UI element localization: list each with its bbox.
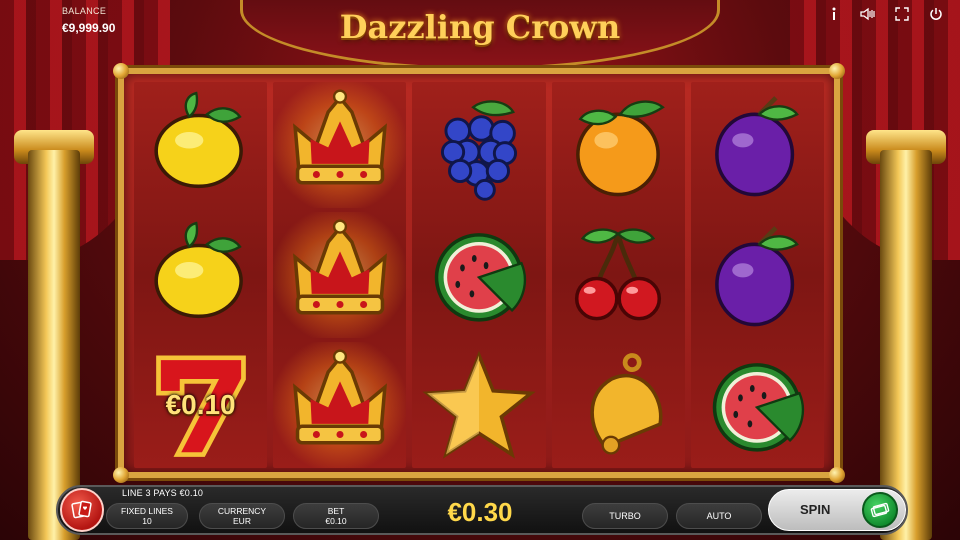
balance-value: €9,999.90	[62, 21, 116, 35]
top-controls	[820, 4, 950, 24]
reels-grid: €0.10	[134, 82, 825, 468]
golden-column-left	[28, 150, 80, 540]
currency-value: EUR	[233, 516, 251, 526]
sound-icon[interactable]	[854, 4, 882, 24]
turbo-button[interactable]: TURBO	[582, 503, 668, 529]
game-logo: Dazzling Crown	[339, 8, 621, 46]
win-line-message: LINE 3 PAYS €0.10	[122, 488, 204, 498]
orange-symbol	[552, 82, 685, 208]
currency-selector[interactable]: CURRENCY EUR	[199, 503, 285, 529]
spin-label: SPIN	[800, 502, 831, 517]
bet-label: BET	[327, 506, 345, 516]
cherries-symbol	[552, 212, 685, 338]
frame-corner-gem	[829, 63, 845, 79]
info-icon[interactable]	[820, 4, 848, 24]
grapes-symbol	[412, 82, 545, 208]
golden-column-right	[880, 150, 932, 540]
currency-label: CURRENCY	[217, 506, 267, 516]
lemon-symbol	[134, 82, 267, 208]
reel-3	[412, 82, 546, 468]
balance-label: BALANCE	[62, 6, 107, 16]
fixed-lines-display: FIXED LINES 10	[106, 503, 188, 529]
reel-5	[690, 82, 825, 468]
bet-value: €0.10	[325, 516, 347, 526]
crown-symbol	[273, 212, 407, 338]
reel-2	[273, 82, 407, 468]
reel-frame: €0.10	[113, 63, 845, 483]
crown-symbol	[273, 82, 407, 208]
fixed-lines-label: FIXED LINES	[121, 506, 173, 516]
auto-button[interactable]: AUTO	[676, 503, 762, 529]
star-symbol	[412, 342, 545, 468]
reel-1: €0.10	[134, 82, 268, 468]
menu-button[interactable]	[60, 488, 104, 532]
watermelon-symbol	[691, 342, 824, 468]
watermelon-symbol	[412, 212, 545, 338]
reel-4	[551, 82, 685, 468]
frame-corner-gem	[113, 467, 129, 483]
auto-label: AUTO	[706, 511, 732, 521]
fixed-lines-value: 10	[142, 516, 152, 526]
fullscreen-icon[interactable]	[888, 4, 916, 24]
plum-symbol	[691, 82, 824, 208]
bet-selector[interactable]: BET €0.10	[293, 503, 379, 529]
power-icon[interactable]	[922, 4, 950, 24]
total-bet-amount: €0.30	[447, 497, 513, 527]
lemon-symbol	[134, 212, 267, 338]
plum-symbol	[691, 212, 824, 338]
seven-symbol: €0.10	[134, 342, 267, 468]
crown-symbol	[273, 342, 407, 468]
cards-icon	[71, 500, 92, 519]
frame-corner-gem	[829, 467, 845, 483]
bell-symbol	[552, 342, 685, 468]
symbol-win-amount: €0.10	[165, 389, 236, 420]
frame-corner-gem	[113, 63, 129, 79]
turbo-label: TURBO	[609, 511, 641, 521]
cash-icon[interactable]	[862, 492, 898, 528]
